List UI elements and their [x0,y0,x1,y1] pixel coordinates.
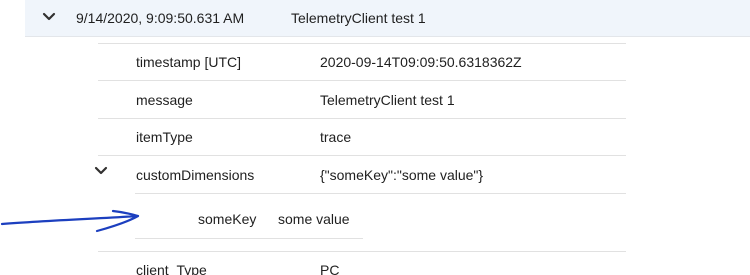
chevron-down-icon[interactable] [41,9,57,25]
row-divider [98,118,626,119]
row-divider [98,251,626,252]
row-divider [98,80,626,81]
detail-value-customdimensions: {"someKey":"some value"} [320,167,484,183]
detail-key-itemtype: itemType [136,129,193,145]
result-timestamp: 9/14/2020, 9:09:50.631 AM [76,10,245,26]
row-divider [98,155,626,156]
nested-value-somekey: some value [278,211,350,227]
hand-drawn-arrow-icon [0,209,140,233]
log-result-viewer: 9/14/2020, 9:09:50.631 AM TelemetryClien… [0,0,750,275]
detail-key-customdimensions: customDimensions [136,167,255,183]
detail-value-client-type: PC [320,262,340,275]
detail-value-message: TelemetryClient test 1 [320,92,455,108]
nested-key-somekey: someKey [198,211,257,227]
row-divider [135,238,363,239]
detail-key-timestamp: timestamp [UTC] [136,54,242,70]
detail-value-itemtype: trace [320,129,352,145]
detail-key-client-type: client_Type [136,262,207,275]
detail-key-message: message [136,92,193,108]
row-divider [135,193,626,194]
detail-value-timestamp: 2020-09-14T09:09:50.6318362Z [320,54,522,70]
chevron-down-icon[interactable] [93,163,109,179]
row-divider [98,43,626,44]
result-message: TelemetryClient test 1 [291,10,426,26]
